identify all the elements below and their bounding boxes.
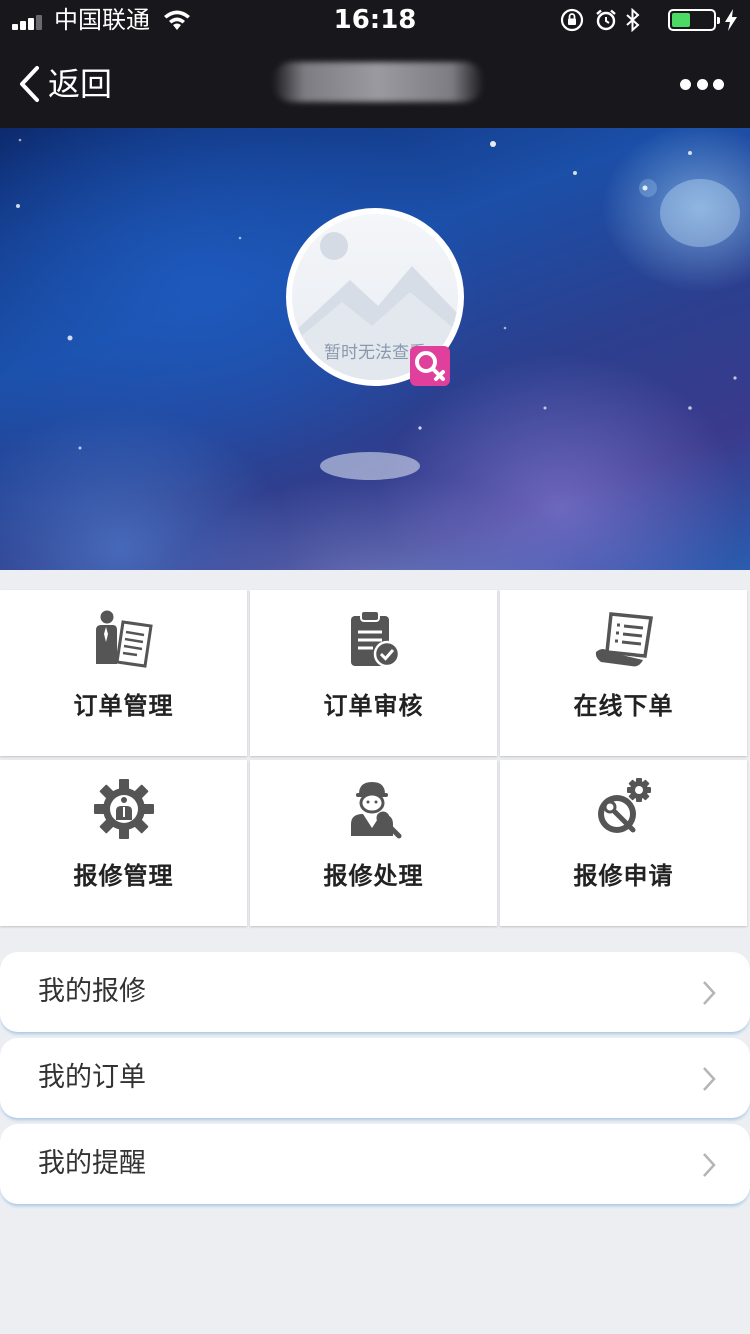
- list-item-label: 我的提醒: [38, 1148, 146, 1179]
- grid-item-label: 订单管理: [73, 692, 174, 720]
- repair-handling-icon: [351, 782, 402, 839]
- grid-item-label: 报修处理: [323, 862, 424, 890]
- repair-request-icon: [598, 778, 651, 833]
- page-title-blurred: [272, 62, 484, 102]
- repair-management-icon: [94, 779, 154, 839]
- order-review-icon: [351, 610, 401, 668]
- gender-female-badge: [410, 346, 450, 386]
- list-item-label: 我的订单: [38, 1062, 146, 1093]
- back-button[interactable]: 返回: [18, 62, 112, 106]
- list-item-my-reminders[interactable]: 我的提醒: [0, 1124, 750, 1204]
- battery-icon: [668, 9, 720, 31]
- grid-item-repair-management[interactable]: 报修管理: [0, 760, 247, 926]
- bluetooth-icon: [626, 8, 640, 32]
- grid-item-label: 报修申请: [573, 862, 674, 890]
- female-icon: [415, 351, 445, 381]
- list-item-my-orders[interactable]: 我的订单: [0, 1038, 750, 1118]
- online-order-icon: [595, 612, 654, 667]
- status-bar: 中国联通 16:18: [0, 0, 750, 40]
- grid-item-order-management[interactable]: 订单管理: [0, 590, 247, 756]
- grid-item-order-review[interactable]: 订单审核: [250, 590, 497, 756]
- chevron-left-icon: [20, 66, 39, 102]
- chevron-right-icon: [703, 1153, 716, 1177]
- grid-item-online-order[interactable]: 在线下单: [500, 590, 747, 756]
- grid-item-label: 报修管理: [73, 862, 174, 890]
- top-bar: 中国联通 16:18 返回: [0, 0, 750, 128]
- chevron-right-icon: [703, 1067, 716, 1091]
- profile-banner: 暂时无法查看: [0, 128, 750, 570]
- grid-item-repair-handling[interactable]: 报修处理: [250, 760, 497, 926]
- list-item-my-repairs[interactable]: 我的报修: [0, 952, 750, 1032]
- grid-item-repair-request[interactable]: 报修申请: [500, 760, 747, 926]
- alarm-icon: [596, 9, 616, 31]
- grid-item-label: 在线下单: [573, 692, 674, 720]
- charging-bolt-icon: [725, 9, 737, 31]
- list-item-label: 我的报修: [38, 976, 146, 1007]
- order-management-icon: [96, 610, 153, 668]
- chevron-right-icon: [703, 981, 716, 1005]
- more-options-button[interactable]: [680, 74, 724, 94]
- grid-item-label: 订单审核: [323, 692, 424, 720]
- nav-bar: 返回: [0, 40, 750, 128]
- back-label: 返回: [48, 65, 113, 103]
- rotation-lock-icon: [560, 8, 584, 32]
